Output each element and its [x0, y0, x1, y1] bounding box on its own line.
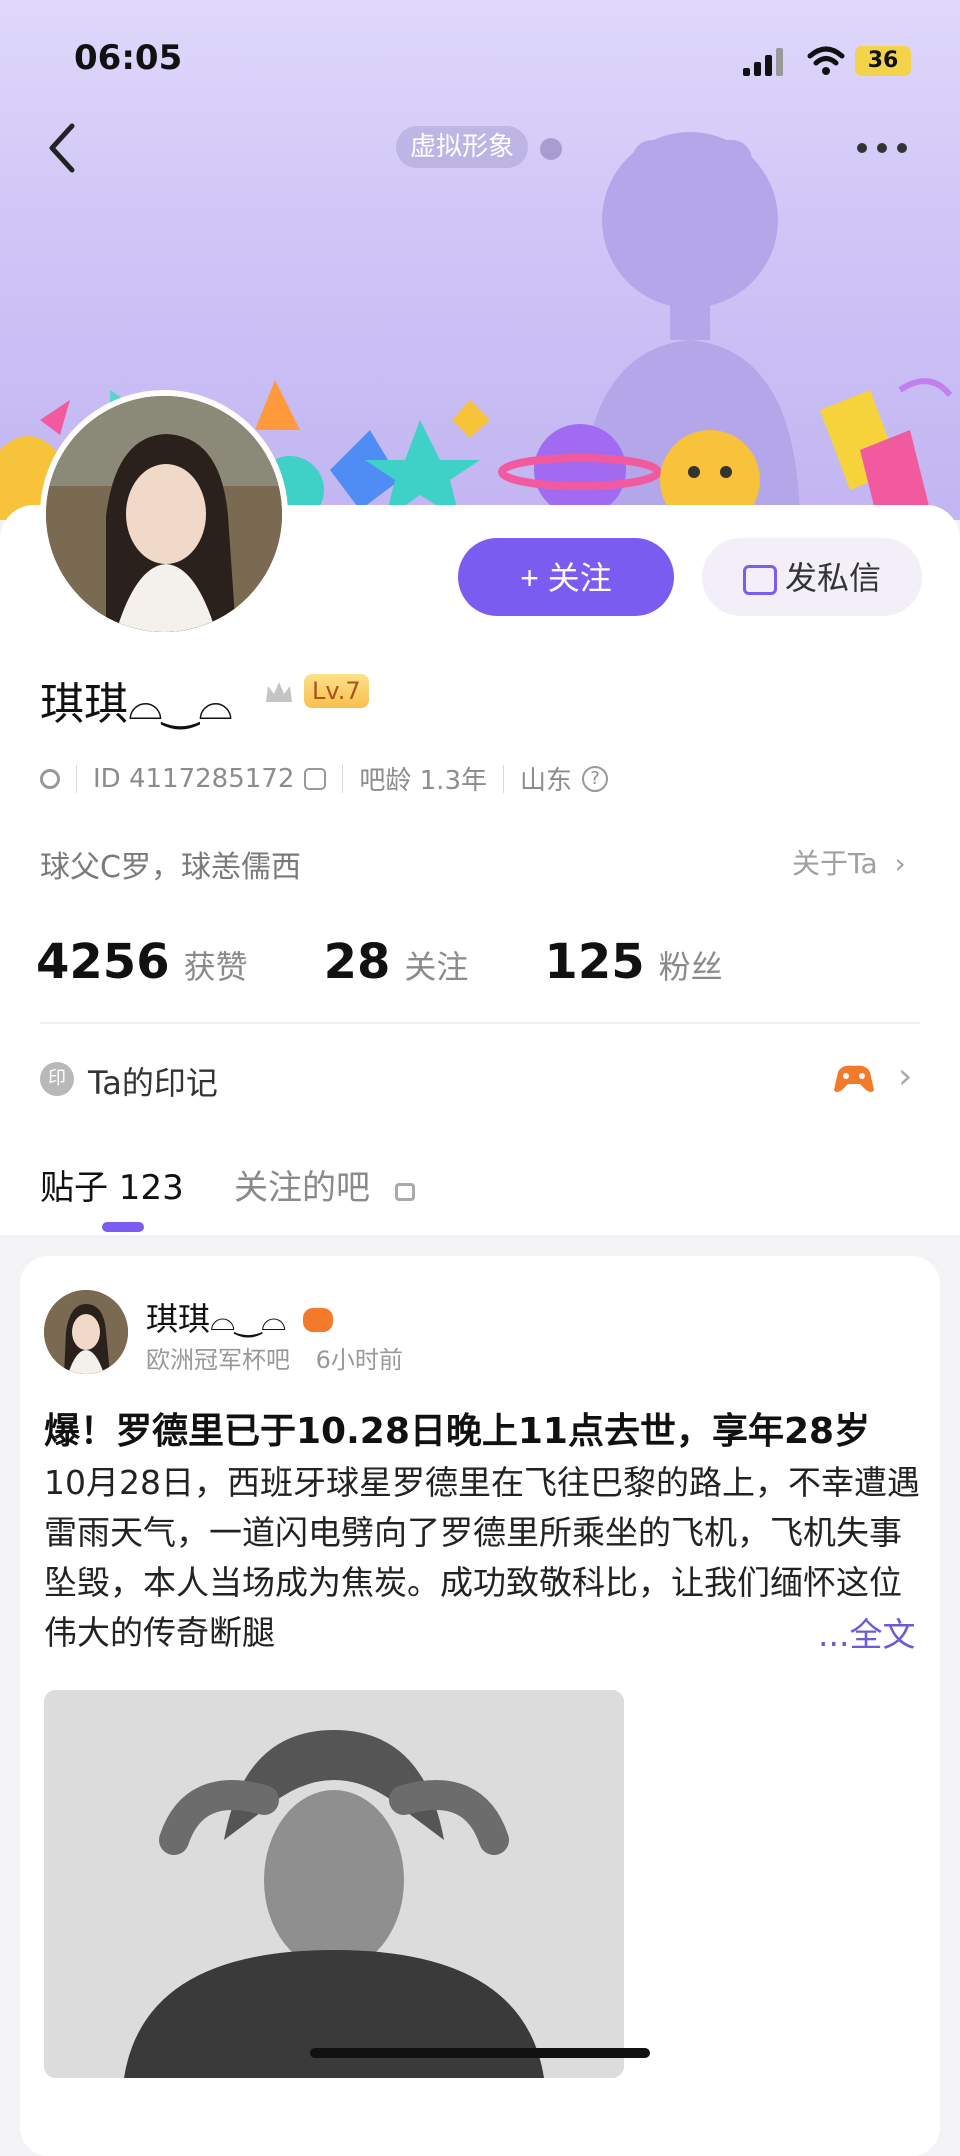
post-meta: 欧洲冠军杯吧 6小时前	[146, 1340, 403, 1375]
post-image[interactable]	[44, 1690, 624, 2078]
post-author-label: 琪琪⌓‿⌓	[146, 1300, 287, 1338]
post-avatar-photo	[44, 1290, 128, 1374]
more-options-icon[interactable]	[852, 128, 912, 168]
profile-bio: 球父C罗，球恙儒西	[40, 850, 301, 885]
user-id: ID 4117285172	[93, 763, 295, 794]
likes-value: 4256	[36, 934, 170, 990]
post-source-bar[interactable]: 欧洲冠军杯吧	[146, 1346, 290, 1374]
profile-avatar[interactable]	[40, 390, 288, 638]
profile-username: 琪琪⌓‿⌓	[40, 679, 233, 730]
search-icon[interactable]	[40, 768, 60, 789]
following-stat[interactable]: 28 关注	[324, 934, 469, 990]
follow-button[interactable]: + 关注	[458, 538, 674, 616]
likes-label: 获赞	[183, 948, 248, 986]
pill-dot	[540, 138, 562, 160]
following-value: 28	[323, 934, 391, 990]
location: 山东	[520, 766, 573, 796]
post-body[interactable]: 10月28日，西班牙球星罗德里在飞往巴黎的路上，不幸遭遇雷雨天气，一道闪电劈向了…	[44, 1458, 924, 1658]
following-label: 关注	[404, 948, 469, 986]
tab-followed-bars-label: 关注的吧	[234, 1168, 370, 1208]
game-controller-icon	[302, 1308, 333, 1332]
chevron-right-icon: ›	[894, 847, 906, 880]
bar-age: 吧龄 1.3年	[359, 766, 487, 796]
active-tab-indicator	[102, 1222, 144, 1232]
status-time: 06:05	[74, 38, 183, 78]
cellular-signal-icon	[743, 48, 783, 76]
virtual-avatar-pill[interactable]: 虚拟形象	[396, 126, 529, 168]
post-time: 6小时前	[315, 1346, 403, 1374]
send-message-label: 发私信	[784, 560, 881, 596]
fans-label: 粉丝	[658, 948, 723, 986]
envelope-icon	[742, 565, 777, 595]
profile-stats: 4256 获赞 28 关注 125 粉丝	[36, 934, 723, 990]
fans-stat[interactable]: 125 粉丝	[544, 934, 722, 990]
about-ta-label: 关于Ta	[792, 847, 878, 880]
divider	[40, 1022, 920, 1024]
crown-badge-icon	[266, 682, 292, 702]
tab-posts[interactable]: 贴子 123	[40, 1160, 184, 1209]
post-author-name[interactable]: 琪琪⌓‿⌓	[146, 1294, 333, 1340]
fans-value: 125	[544, 934, 645, 990]
post-title[interactable]: 爆！罗德里已于10.28日晚上11点去世，享年28岁	[44, 1402, 924, 1454]
likes-stat[interactable]: 4256 获赞	[36, 934, 248, 990]
avatar-photo	[46, 396, 282, 632]
home-indicator	[310, 2048, 650, 2058]
player-photo	[44, 1690, 624, 2078]
mark-icon: 印	[40, 1062, 74, 1096]
copy-id-icon[interactable]	[304, 767, 327, 790]
wifi-icon	[807, 46, 845, 75]
help-icon[interactable]: ?	[582, 765, 609, 792]
chevron-right-icon: ›	[898, 1056, 913, 1097]
post-author-avatar[interactable]	[44, 1290, 128, 1374]
send-message-button[interactable]: 发私信	[702, 538, 922, 616]
read-full-link[interactable]: ...全文	[812, 1608, 916, 1656]
tab-followed-bars[interactable]: 关注的吧	[234, 1160, 415, 1209]
game-controller-icon[interactable]	[832, 1062, 876, 1096]
about-ta-link[interactable]: 关于Ta ›	[792, 842, 906, 882]
level-badge: Lv.7	[304, 674, 369, 708]
profile-meta-row: ID 4117285172 吧龄 1.3年 山东 ?	[40, 760, 609, 797]
back-button[interactable]	[40, 118, 84, 178]
battery-indicator: 36	[855, 46, 911, 76]
lock-icon	[394, 1183, 415, 1201]
ta-mark-label[interactable]: Ta的印记	[88, 1058, 218, 1104]
